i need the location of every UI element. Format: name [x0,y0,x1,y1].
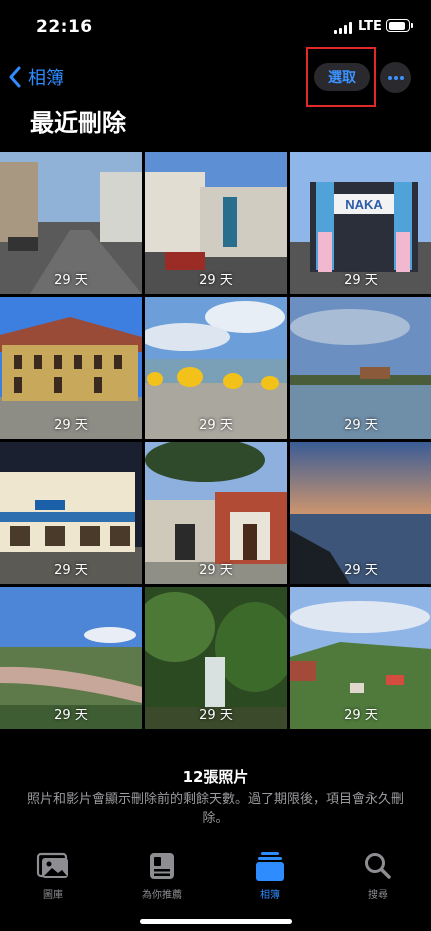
home-indicator [140,919,292,924]
days-remaining: 29 天 [54,708,88,723]
days-remaining: 29 天 [199,708,233,723]
photo-thumbnail[interactable]: 29 天 [145,152,287,294]
status-time: 22:16 [36,17,93,37]
photo-thumbnail[interactable]: 29 天 [290,587,431,729]
photo-thumbnail[interactable]: 29 天 [145,297,287,439]
sign-text: NAKA [345,197,383,212]
days-remaining: 29 天 [199,273,233,288]
tab-label: 圖庫 [43,890,63,901]
highlight-box [306,47,376,107]
albums-icon [256,852,284,881]
photo-thumbnail[interactable]: 29 天 [0,442,142,584]
photo-thumbnail[interactable]: 29 天 [145,442,287,584]
for-you-icon [150,853,174,879]
days-remaining: 29 天 [54,418,88,433]
tab-albums[interactable]: 相簿 [225,850,315,901]
signal-icon [334,22,354,34]
tab-for-you[interactable]: 為你推薦 [117,850,207,901]
days-remaining: 29 天 [199,418,233,433]
tab-library[interactable]: 圖庫 [8,850,98,901]
more-button[interactable] [380,62,411,93]
back-label: 相簿 [28,68,64,89]
tab-search[interactable]: 搜尋 [333,850,423,901]
days-remaining: 29 天 [54,563,88,578]
tab-label: 搜尋 [368,890,388,901]
network-label: LTE [358,19,382,34]
photo-count: 12張照片 [182,768,249,786]
tab-label: 為你推薦 [142,890,182,901]
battery-icon [386,19,413,32]
days-remaining: 29 天 [199,563,233,578]
tab-label: 相簿 [260,890,280,901]
photo-thumbnail[interactable]: 29 天 [0,152,142,294]
photo-thumbnail[interactable]: 29 天 [290,297,431,439]
search-icon [365,853,391,879]
photo-thumbnail[interactable]: NAKA 29 天 [290,152,431,294]
days-remaining: 29 天 [344,708,378,723]
photo-thumbnail[interactable]: 29 天 [0,587,142,729]
photo-thumbnail[interactable]: 29 天 [0,297,142,439]
days-remaining: 29 天 [344,418,378,433]
tab-bar: 圖庫 為你推薦 相簿 搜尋 [0,842,431,902]
status-bar: 22:16 LTE [0,0,431,52]
days-remaining: 29 天 [344,563,378,578]
days-remaining: 29 天 [54,273,88,288]
photo-thumbnail[interactable]: 29 天 [145,587,287,729]
more-dots-icon [388,76,392,80]
page-title: 最近刪除 [30,109,126,137]
days-remaining: 29 天 [344,273,378,288]
photos-library-icon [36,852,68,878]
deletion-description: 照片和影片會顯示刪除前的剩餘天數。過了期限後，項目會永久刪除。 [26,792,404,826]
photo-thumbnail[interactable]: 29 天 [290,442,431,584]
back-button[interactable]: 相簿 [8,60,64,94]
chevron-left-icon [9,66,21,88]
